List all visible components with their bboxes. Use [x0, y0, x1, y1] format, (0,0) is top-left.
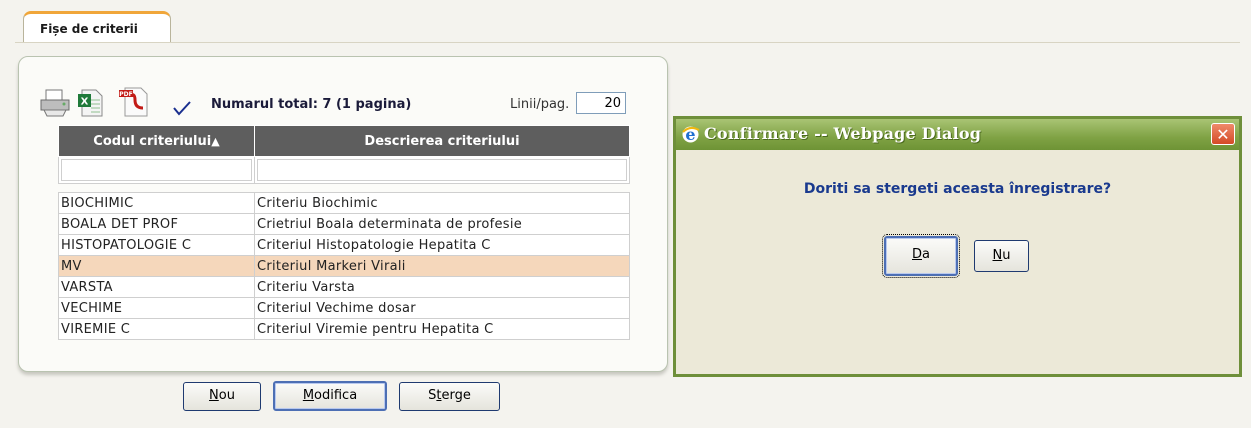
cell-description: Criteriu Varsta [254, 276, 630, 298]
filter-description-input[interactable] [257, 159, 627, 181]
table-row[interactable]: VECHIME Criteriul Vechime dosar [58, 297, 630, 319]
cell-description: Criteriul Histopatologie Hepatita C [254, 234, 630, 256]
column-header-code[interactable]: Codul criteriului▲ [58, 125, 255, 157]
close-icon[interactable]: ✕ [1211, 123, 1235, 145]
filter-code-input[interactable] [61, 159, 252, 181]
printer-icon[interactable] [38, 88, 72, 118]
table-row[interactable]: VARSTA Criteriu Varsta [58, 276, 630, 298]
svg-text:PDF: PDF [119, 91, 132, 98]
table-row[interactable]: BIOCHIMIC Criteriu Biochimic [58, 192, 630, 214]
table-row[interactable]: BOALA DET PROF Crietriul Boala determina… [58, 213, 630, 235]
criteria-table: Codul criteriului▲ Descrierea criteriulu… [58, 125, 630, 340]
tab-fise-de-criterii[interactable]: Fișe de criterii [23, 11, 171, 43]
table-header-row: Codul criteriului▲ Descrierea criteriulu… [58, 125, 630, 157]
sort-ascending-icon: ▲ [211, 134, 220, 148]
cell-code: BIOCHIMIC [58, 192, 255, 214]
total-count: Numarul total: 7 (1 pagina) [211, 97, 412, 112]
table-row-selected[interactable]: MV Criteriul Markeri Virali [58, 255, 630, 277]
cell-code: VIREMIE C [58, 318, 255, 340]
svg-text:X: X [81, 97, 89, 108]
cell-code: BOALA DET PROF [58, 213, 255, 235]
yes-button[interactable]: Da [882, 234, 960, 278]
dialog-title-bar[interactable]: e Confirmare -- Webpage Dialog ✕ [676, 119, 1239, 150]
dialog-title: Confirmare -- Webpage Dialog [704, 124, 982, 143]
lines-per-page-label: Linii/pag. [510, 97, 570, 112]
cell-description: Criteriul Markeri Virali [254, 255, 630, 277]
tab-label: Fișe de criterii [40, 22, 138, 36]
no-button[interactable]: Nu [974, 240, 1029, 272]
table-row[interactable]: VIREMIE C Criteriul Viremie pentru Hepat… [58, 318, 630, 340]
cell-code: VARSTA [58, 276, 255, 298]
filter-code-cell [58, 156, 255, 184]
cell-description: Criteriul Viremie pentru Hepatita C [254, 318, 630, 340]
edit-button[interactable]: Modifica [273, 381, 387, 411]
cell-description: Criteriul Vechime dosar [254, 297, 630, 319]
cell-description: Criteriu Biochimic [254, 192, 630, 214]
pdf-icon[interactable]: PDF [119, 86, 151, 118]
check-icon[interactable] [172, 100, 192, 116]
delete-button[interactable]: Sterge [399, 382, 500, 411]
excel-icon[interactable]: X [76, 88, 104, 118]
tab-divider [15, 42, 1240, 43]
cell-code: MV [58, 255, 255, 277]
table-row[interactable]: HISTOPATOLOGIE C Criteriul Histopatologi… [58, 234, 630, 256]
ie-icon: e [682, 125, 700, 144]
filter-description-cell [254, 156, 630, 184]
filter-row [58, 156, 630, 184]
new-button[interactable]: Nou [183, 382, 261, 411]
column-header-description[interactable]: Descrierea criteriului [254, 125, 630, 157]
confirm-dialog: e Confirmare -- Webpage Dialog ✕ Doriti … [673, 116, 1242, 377]
lines-per-page-input[interactable] [576, 92, 626, 114]
cell-code: HISTOPATOLOGIE C [58, 234, 255, 256]
cell-description: Crietriul Boala determinata de profesie [254, 213, 630, 235]
dialog-message: Doriti sa stergeti aceasta înregistrare? [803, 181, 1112, 197]
cell-code: VECHIME [58, 297, 255, 319]
